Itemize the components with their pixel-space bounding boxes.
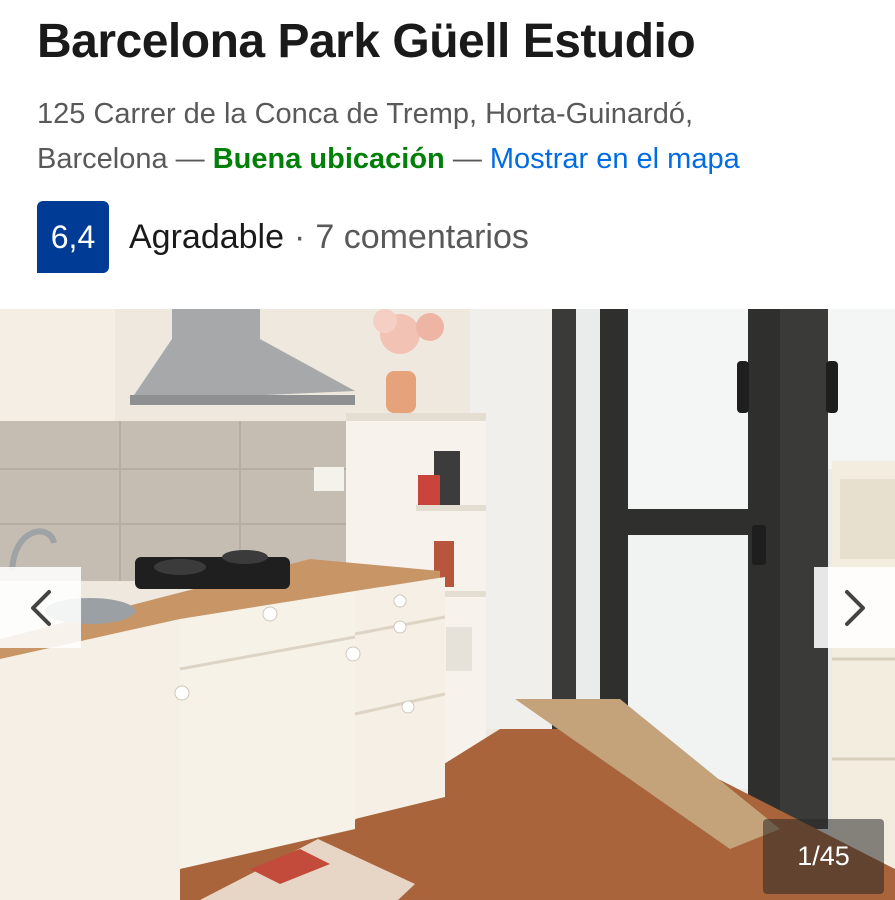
- chevron-left-icon: [30, 589, 51, 626]
- hotel-title: Barcelona Park Güell Estudio: [37, 15, 696, 68]
- chevron-right-icon: [844, 589, 865, 626]
- address-dash: —: [175, 143, 205, 175]
- location-badge: Buena ubicación: [212, 143, 445, 175]
- review-count-link[interactable]: 7 comentarios: [315, 218, 529, 257]
- hotel-address: 125 Carrer de la Conca de Tremp, Horta-G…: [37, 92, 857, 182]
- gallery-photo: [0, 309, 895, 900]
- next-photo-button[interactable]: [814, 567, 895, 648]
- address-dash: —: [452, 143, 482, 175]
- photo-counter: 1/45: [763, 819, 884, 894]
- photo-gallery[interactable]: 1/45: [0, 309, 895, 900]
- prev-photo-button[interactable]: [0, 567, 81, 648]
- show-map-link[interactable]: Mostrar en el mapa: [490, 143, 740, 175]
- review-score-badge: 6,4: [37, 201, 109, 273]
- rating-separator: ·: [294, 217, 306, 256]
- rating-row[interactable]: 6,4 Agradable · 7 comentarios: [37, 201, 529, 273]
- address-street: 125 Carrer de la Conca de Tremp, Horta-G…: [37, 98, 694, 130]
- rating-label: Agradable: [129, 217, 285, 256]
- address-city: Barcelona: [37, 143, 168, 175]
